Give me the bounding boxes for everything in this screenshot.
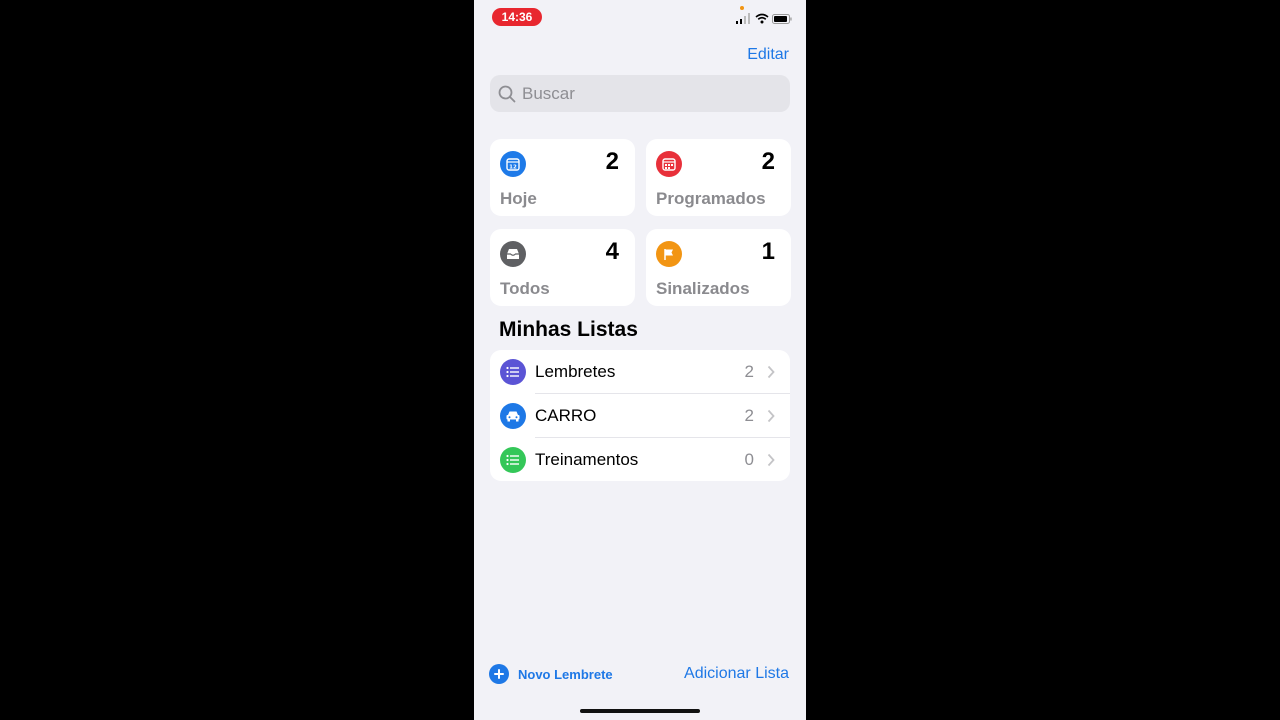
all-label: Todos — [500, 279, 550, 298]
list-name: Treinamentos — [535, 450, 639, 469]
edit-button[interactable]: Editar — [747, 46, 789, 64]
chevron-right-icon — [767, 409, 775, 423]
list-item-lembretes[interactable]: Lembretes 2 — [490, 350, 790, 394]
flagged-label: Sinalizados — [656, 279, 750, 298]
calendar-icon — [656, 151, 682, 177]
list-count: 0 — [744, 450, 754, 469]
home-indicator[interactable] — [580, 709, 700, 713]
list-bullet-icon — [500, 447, 526, 473]
today-label: Hoje — [500, 189, 537, 208]
search-field — [490, 75, 790, 112]
card-all[interactable]: 4 Todos — [490, 229, 635, 306]
calendar-today-icon: 12 — [500, 151, 526, 177]
list-bullet-icon — [500, 359, 526, 385]
list-item-carro[interactable]: CARRO 2 — [490, 394, 790, 438]
search-icon — [498, 85, 516, 102]
cellular-signal-icon — [736, 13, 750, 24]
new-reminder-label: Novo Lembrete — [518, 666, 613, 682]
chevron-right-icon — [767, 365, 775, 379]
list-count: 2 — [744, 362, 754, 381]
list-item-treinamentos[interactable]: Treinamentos 0 — [490, 438, 790, 481]
list-name: Lembretes — [535, 362, 616, 381]
status-time: 14:36 — [492, 8, 542, 26]
today-count: 2 — [605, 148, 619, 175]
tray-icon — [500, 241, 526, 267]
scheduled-label: Programados — [656, 189, 766, 208]
my-lists: Lembretes 2 CARRO 2 Treinamentos 0 — [490, 350, 790, 481]
phone-screen: 14:36 Editar 12 2 H — [474, 0, 806, 720]
list-name: CARRO — [535, 406, 597, 425]
calendar-day-number: 12 — [509, 165, 517, 171]
car-icon — [500, 403, 526, 429]
list-count: 2 — [744, 406, 754, 425]
card-scheduled[interactable]: 2 Programados — [646, 139, 791, 216]
plus-circle-icon — [489, 664, 509, 684]
my-lists-heading: Minhas Listas — [499, 318, 638, 341]
flag-icon — [656, 241, 682, 267]
wifi-icon — [755, 13, 769, 24]
search-input[interactable] — [520, 82, 774, 105]
add-list-button[interactable]: Adicionar Lista — [684, 665, 789, 683]
card-today[interactable]: 12 2 Hoje — [490, 139, 635, 216]
scheduled-count: 2 — [761, 148, 775, 175]
new-reminder-button[interactable]: Novo Lembrete — [489, 664, 613, 684]
all-count: 4 — [605, 238, 619, 265]
card-flagged[interactable]: 1 Sinalizados — [646, 229, 791, 306]
chevron-right-icon — [767, 453, 775, 467]
flagged-count: 1 — [761, 238, 775, 265]
privacy-indicator-dot — [740, 6, 744, 10]
battery-icon — [772, 14, 792, 24]
